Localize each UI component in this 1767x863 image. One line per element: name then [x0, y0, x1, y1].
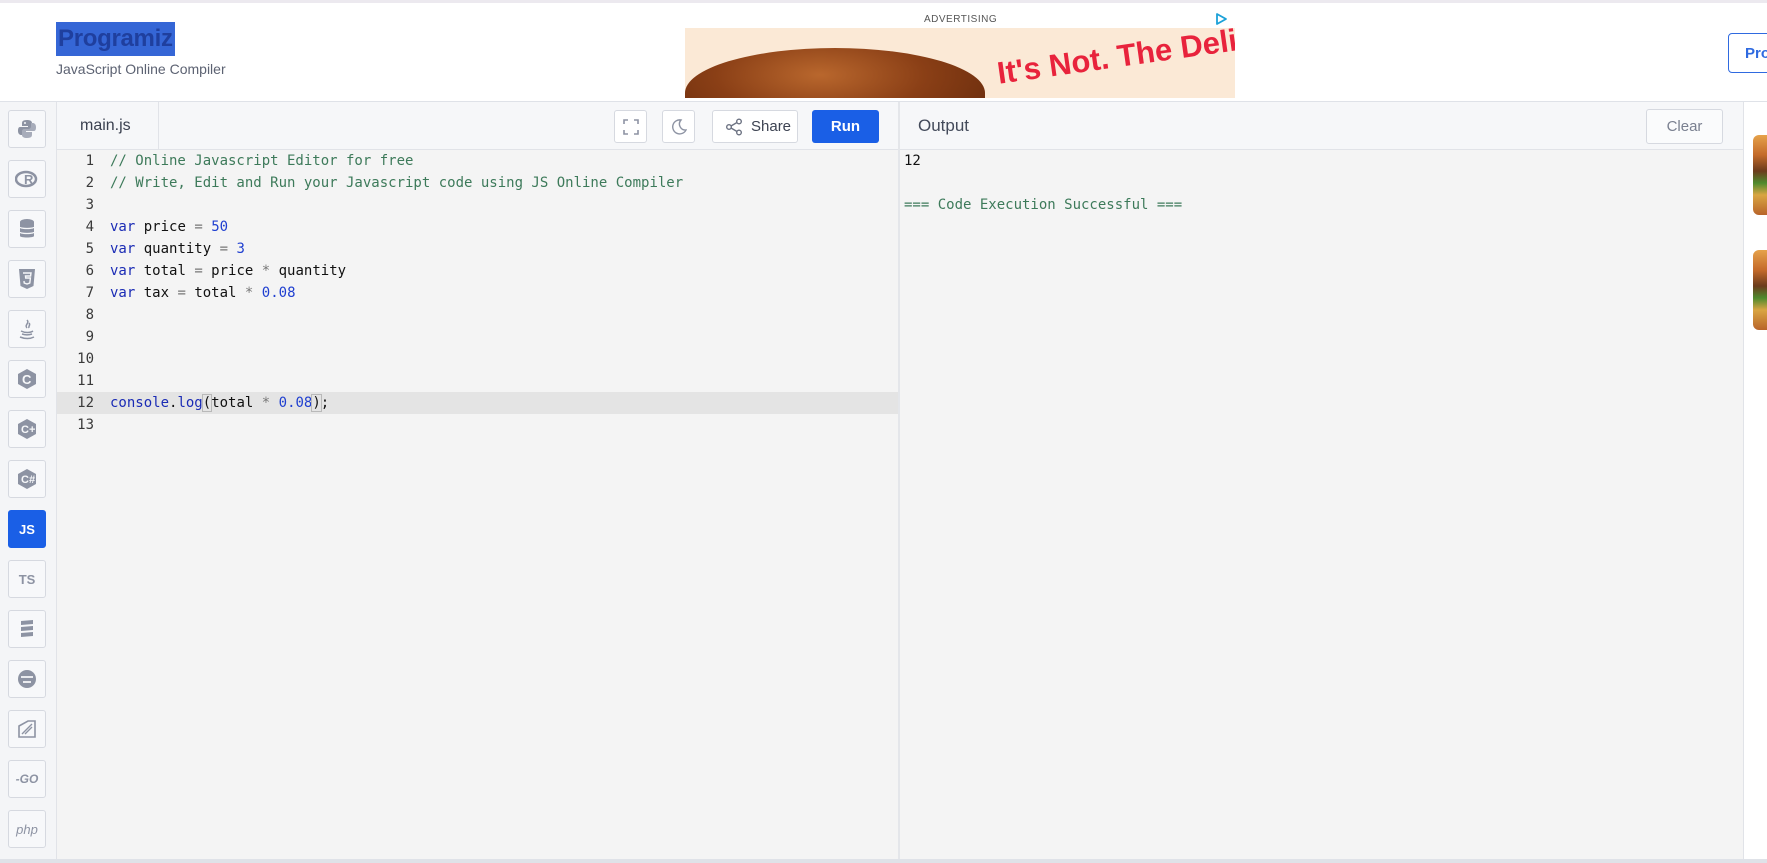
svg-text:C: C [22, 372, 32, 387]
language-ts[interactable]: TS [8, 560, 46, 598]
ad-bread-image [685, 48, 985, 98]
code-line: 1// Online Javascript Editor for free [85, 153, 414, 169]
pro-button[interactable]: Pro [1728, 33, 1767, 73]
site-header: Programiz JavaScript Online Compiler ADV… [0, 3, 1767, 102]
ad-burger-image [1753, 135, 1767, 215]
share-icon [726, 118, 742, 135]
html5-icon[interactable] [8, 260, 46, 298]
code-line: 9 [85, 329, 94, 345]
stack-icon[interactable] [8, 610, 46, 648]
output-console: 12 === Code Execution Successful === [900, 150, 1743, 863]
moon-icon [671, 118, 687, 135]
side-ad[interactable] [1743, 102, 1767, 863]
editor-toolbar: main.js Share Run [57, 102, 898, 150]
output-title: Output [918, 116, 970, 135]
fullscreen-button[interactable] [614, 110, 647, 143]
c-icon[interactable]: C [8, 360, 46, 398]
code-text: console.log(total * 0.08); [110, 394, 330, 412]
code-text: var total = price * quantity [110, 263, 347, 279]
code-line-active: 12 console.log(total * 0.08); [57, 392, 898, 414]
go-label: -GO [15, 772, 39, 786]
bottom-border [0, 859, 1767, 863]
code-line: 8 [85, 307, 94, 323]
code-line: 13 [77, 417, 94, 433]
ad-headline: It's Not. The Deli, [995, 28, 1235, 91]
output-success-message: === Code Execution Successful === [904, 197, 1183, 213]
code-line: 6 var total = price * quantity [57, 260, 898, 282]
language-go[interactable]: -GO [8, 760, 46, 798]
programiz-logo[interactable]: Programiz [56, 22, 175, 56]
share-button[interactable]: Share [712, 110, 798, 143]
csharp-icon[interactable]: C# [8, 460, 46, 498]
svg-text:C+: C+ [21, 424, 35, 436]
code-line: 7 var tax = total * 0.08 [57, 282, 898, 304]
run-button[interactable]: Run [812, 110, 879, 143]
svg-text:R: R [24, 172, 34, 187]
php-label: php [16, 821, 38, 837]
page-subtitle: JavaScript Online Compiler [56, 61, 226, 77]
r-icon[interactable]: R [8, 160, 46, 198]
js-label: JS [19, 521, 35, 537]
language-js[interactable]: JS [8, 510, 46, 548]
ts-label: TS [18, 571, 36, 587]
cpp-icon[interactable]: C+ [8, 410, 46, 448]
code-text: var tax = total * 0.08 [110, 285, 296, 301]
code-line: 4 var price = 50 [57, 216, 898, 238]
code-line: 10 [77, 351, 94, 367]
tab-main-js[interactable]: main.js [57, 102, 159, 149]
output-header: Output Clear [900, 102, 1743, 150]
clear-button[interactable]: Clear [1646, 109, 1723, 144]
database-icon[interactable] [8, 210, 46, 248]
ad-banner[interactable]: It's Not. The Deli, [685, 28, 1235, 98]
code-line: 2// Write, Edit and Run your Javascript … [85, 175, 684, 191]
share-label: Share [751, 118, 792, 135]
python-icon[interactable] [8, 110, 46, 148]
code-editor[interactable]: 1// Online Javascript Editor for free 2/… [57, 150, 898, 863]
fullscreen-icon [622, 118, 639, 135]
language-sidebar: R C C+ C# JS TS -GO php [0, 102, 57, 863]
code-line: 11 [77, 373, 94, 389]
dark-mode-button[interactable] [662, 110, 695, 143]
code-line: 3 [85, 197, 94, 213]
ad-label: ADVERTISING [924, 14, 998, 25]
language-php[interactable]: php [8, 810, 46, 848]
code-text: var price = 50 [110, 219, 229, 235]
rust-icon[interactable] [8, 660, 46, 698]
ad-burger-image [1753, 250, 1767, 330]
code-text: var quantity = 3 [110, 241, 245, 257]
svg-text:C#: C# [21, 474, 35, 486]
java-icon[interactable] [8, 310, 46, 348]
code-line: 5 var quantity = 3 [57, 238, 898, 260]
kotlin-icon[interactable] [8, 710, 46, 748]
adchoices-icon[interactable] [1214, 12, 1228, 26]
output-line: 12 [904, 153, 921, 169]
